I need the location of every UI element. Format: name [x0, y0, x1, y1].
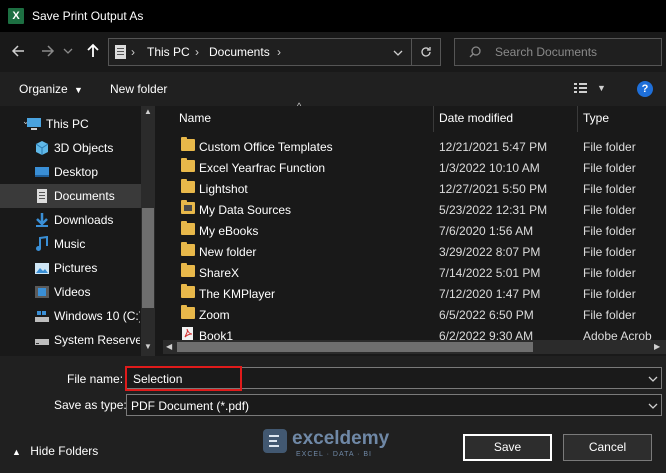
- file-date: 7/6/2020 1:56 AM: [439, 224, 534, 238]
- pdf-icon: [182, 327, 193, 340]
- scroll-down-arrow-icon[interactable]: ▼: [144, 342, 152, 351]
- folder-icon: [181, 263, 195, 277]
- file-date: 12/21/2021 5:47 PM: [439, 140, 548, 154]
- hide-folders-label: Hide Folders: [30, 444, 99, 458]
- horizontal-scrollbar-thumb[interactable]: [177, 342, 533, 352]
- file-date: 7/12/2020 1:47 PM: [439, 287, 541, 301]
- file-type: File folder: [583, 203, 636, 217]
- file-date: 7/14/2022 5:01 PM: [439, 266, 541, 280]
- file-date: 5/23/2022 12:31 PM: [439, 203, 548, 217]
- file-type: File folder: [583, 245, 636, 259]
- file-type: File folder: [583, 287, 636, 301]
- file-row[interactable]: Excel Yearfrac Function 1/3/2022 10:10 A…: [163, 157, 666, 178]
- save-button[interactable]: Save: [463, 434, 552, 461]
- file-date: 12/27/2021 5:50 PM: [439, 182, 548, 196]
- file-row[interactable]: My eBooks 7/6/2020 1:56 AM File folder: [163, 220, 666, 241]
- file-row[interactable]: My Data Sources 5/23/2022 12:31 PM File …: [163, 199, 666, 220]
- file-row[interactable]: New folder 3/29/2022 8:07 PM File folder: [163, 241, 666, 262]
- file-name: Lightshot: [199, 182, 248, 196]
- file-date: 1/3/2022 10:10 AM: [439, 161, 540, 175]
- file-name-label: File name:: [67, 372, 124, 386]
- file-name: Excel Yearfrac Function: [199, 161, 326, 175]
- file-name: My Data Sources: [199, 203, 292, 217]
- folder-icon: [181, 137, 195, 151]
- scroll-left-arrow-icon[interactable]: ◀: [166, 342, 172, 351]
- red-highlight-box: [125, 366, 242, 391]
- file-row[interactable]: Lightshot 12/27/2021 5:50 PM File folder: [163, 178, 666, 199]
- save-as-type-label: Save as type:: [54, 398, 127, 412]
- folder-icon: [181, 221, 195, 235]
- chevron-down-icon: [648, 403, 658, 409]
- file-name: ShareX: [199, 266, 240, 280]
- file-name: Custom Office Templates: [199, 140, 333, 154]
- file-type: File folder: [583, 140, 636, 154]
- file-row[interactable]: The KMPlayer 7/12/2020 1:47 PM File fold…: [163, 283, 666, 304]
- file-name: My eBooks: [199, 224, 259, 238]
- file-type: File folder: [583, 161, 636, 175]
- file-date: 6/5/2022 6:50 PM: [439, 308, 534, 322]
- folder-icon: [181, 305, 195, 319]
- file-name: Book1: [199, 329, 234, 340]
- save-as-type-select[interactable]: PDF Document (*.pdf): [126, 394, 662, 416]
- exceldemy-logo-icon: [263, 429, 287, 453]
- scroll-right-arrow-icon[interactable]: ▶: [654, 342, 660, 351]
- cancel-button[interactable]: Cancel: [563, 434, 652, 461]
- file-date: 6/2/2022 9:30 AM: [439, 329, 534, 340]
- folder-icon: [181, 158, 195, 172]
- data-source-folder-icon: [181, 200, 195, 214]
- file-date: 3/29/2022 8:07 PM: [439, 245, 541, 259]
- file-name: New folder: [199, 245, 257, 259]
- file-row[interactable]: Book1 6/2/2022 9:30 AM Adobe Acrob: [163, 325, 666, 340]
- file-name: Zoom: [199, 308, 230, 322]
- file-type: Adobe Acrob: [583, 329, 652, 340]
- folder-icon: [181, 179, 195, 193]
- file-type: File folder: [583, 266, 636, 280]
- folder-icon: [181, 242, 195, 256]
- file-row[interactable]: Custom Office Templates 12/21/2021 5:47 …: [163, 136, 666, 157]
- file-rows: Custom Office Templates 12/21/2021 5:47 …: [0, 0, 666, 340]
- chevron-down-icon[interactable]: [647, 373, 659, 385]
- watermark-tagline: EXCEL · DATA · BI: [296, 451, 372, 458]
- folder-icon: [181, 284, 195, 298]
- file-type: File folder: [583, 224, 636, 238]
- file-type: File folder: [583, 308, 636, 322]
- file-name: The KMPlayer: [199, 287, 276, 301]
- file-row[interactable]: Zoom 6/5/2022 6:50 PM File folder: [163, 304, 666, 325]
- save-as-type-value: PDF Document (*.pdf): [131, 399, 250, 413]
- watermark-brand: exceldemy: [292, 428, 390, 449]
- caret-up-icon: ▲: [12, 447, 21, 457]
- exceldemy-watermark: exceldemy EXCEL · DATA · BI: [262, 426, 404, 462]
- file-type: File folder: [583, 182, 636, 196]
- hide-folders-button[interactable]: ▲ Hide Folders: [12, 444, 98, 458]
- file-row[interactable]: ShareX 7/14/2022 5:01 PM File folder: [163, 262, 666, 283]
